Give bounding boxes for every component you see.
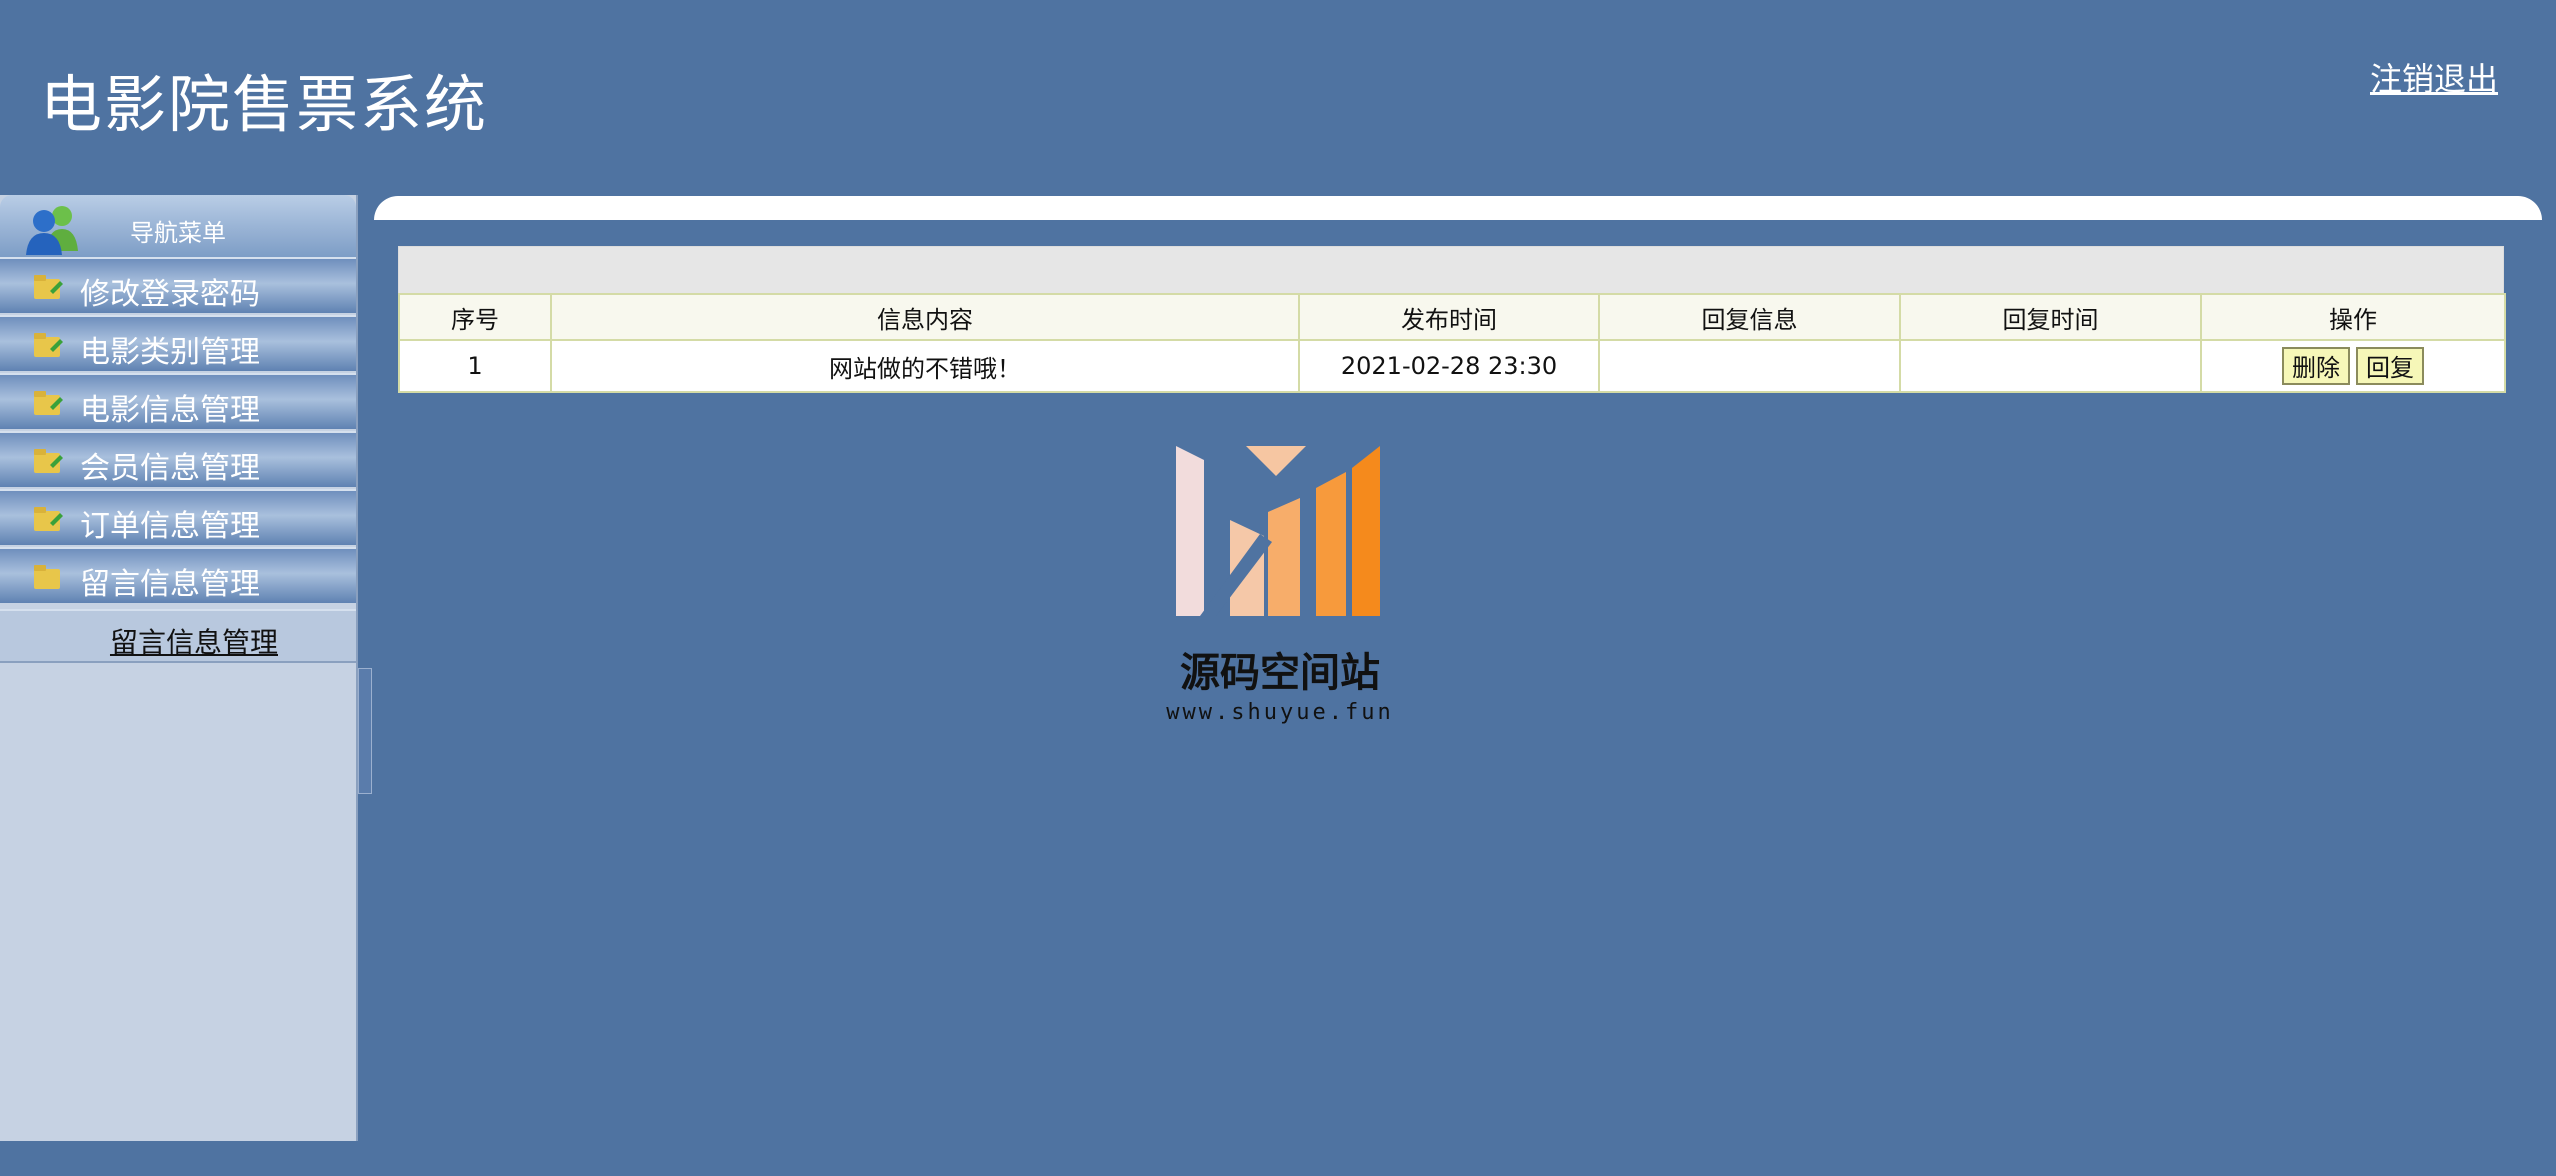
watermark-url: www.shuyue.fun	[1166, 700, 1394, 725]
sidebar: 导航菜单 修改登录密码 电影类别管理 电影信息管理 会员信息管理 订单信息管理 …	[0, 195, 358, 1141]
folder-icon	[34, 275, 63, 299]
grid-header-bar	[398, 246, 2504, 294]
cell-content: 网站做的不错哦！	[550, 339, 1300, 393]
nav-header-title: 导航菜单	[130, 219, 226, 247]
sidebar-splitter-handle[interactable]	[358, 668, 372, 794]
folder-icon	[34, 507, 63, 531]
column-header-content: 信息内容	[550, 293, 1300, 341]
table-header-row: 序号 信息内容 发布时间 回复信息 回复时间 操作	[398, 293, 2506, 341]
column-header-published-time: 发布时间	[1298, 293, 1600, 341]
content-top-bar	[374, 196, 2542, 220]
table-row: 1 网站做的不错哦！ 2021-02-28 23:30 删除 回复	[398, 339, 2506, 393]
cell-published-time: 2021-02-28 23:30	[1298, 339, 1600, 393]
sidebar-item-change-password[interactable]: 修改登录密码	[0, 257, 356, 313]
sidebar-item-label: 电影信息管理	[80, 393, 260, 428]
folder-icon	[34, 333, 63, 357]
column-header-reply-time: 回复时间	[1899, 293, 2202, 341]
nav-header: 导航菜单	[0, 195, 356, 257]
reply-button[interactable]: 回复	[2356, 347, 2424, 385]
sidebar-item-label: 修改登录密码	[80, 277, 260, 312]
logout-link[interactable]: 注销退出	[2370, 54, 2498, 100]
users-icon	[26, 206, 78, 255]
watermark-title: 源码空间站	[1180, 650, 1380, 696]
folder-icon	[34, 449, 63, 473]
message-table: 序号 信息内容 发布时间 回复信息 回复时间 操作 1 网站做的不错哦！ 202…	[398, 293, 2506, 393]
folder-icon	[34, 565, 60, 589]
cell-reply-time	[1899, 339, 2202, 393]
column-header-index: 序号	[398, 293, 552, 341]
submenu-link[interactable]: 留言信息管理	[110, 621, 278, 661]
delete-button[interactable]: 删除	[2282, 347, 2350, 385]
folder-icon	[34, 391, 63, 415]
column-header-reply: 回复信息	[1598, 293, 1901, 341]
cell-index: 1	[398, 339, 552, 393]
column-header-actions: 操作	[2200, 293, 2506, 341]
sidebar-item-label: 留言信息管理	[80, 567, 260, 602]
sidebar-item-label: 订单信息管理	[80, 509, 260, 544]
cell-actions: 删除 回复	[2200, 339, 2506, 393]
sidebar-item-order-info[interactable]: 订单信息管理	[0, 489, 356, 545]
sidebar-item-movie-category[interactable]: 电影类别管理	[0, 315, 356, 371]
sidebar-item-member-info[interactable]: 会员信息管理	[0, 431, 356, 487]
submenu-item-message-management: 留言信息管理	[0, 609, 356, 663]
sidebar-item-label: 会员信息管理	[80, 451, 260, 486]
watermark-logo-icon	[1176, 446, 1380, 616]
sidebar-item-message-info[interactable]: 留言信息管理	[0, 547, 356, 603]
cell-reply	[1598, 339, 1901, 393]
sidebar-item-label: 电影类别管理	[80, 335, 260, 370]
sidebar-item-movie-info[interactable]: 电影信息管理	[0, 373, 356, 429]
app-title: 电影院售票系统	[40, 68, 489, 141]
